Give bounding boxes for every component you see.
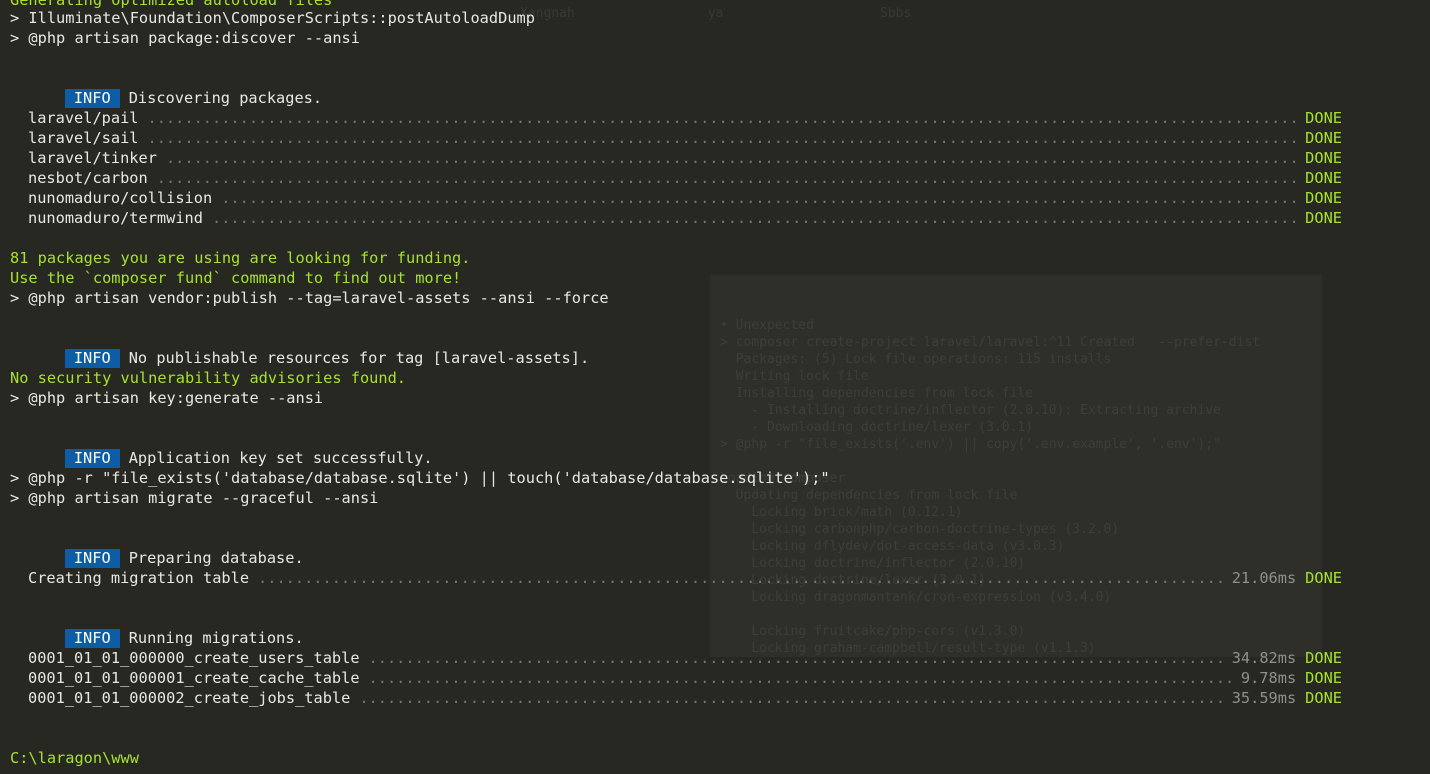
ghost-line: Packages: (5) Lock file operations: 115 … xyxy=(720,352,1112,367)
ghost-line: Locking carbonphp/carbon-doctrine-types … xyxy=(720,522,1120,537)
dot-leader: ........................................… xyxy=(211,209,1297,227)
package-name: laravel/pail xyxy=(28,109,139,127)
migration-time: 9.78ms xyxy=(1240,669,1297,687)
package-name: laravel/sail xyxy=(28,129,139,147)
package-status: DONE xyxy=(1305,169,1342,187)
dot-leader: ........................................… xyxy=(368,669,1232,687)
ghost-line xyxy=(720,606,1312,623)
ghost-line: Locking dflydev/dot-access-data (v3.0.3) xyxy=(720,539,1065,554)
ghost-line: • Unexpected xyxy=(720,318,814,333)
dot-leader: ........................................… xyxy=(368,649,1223,667)
ghost-line: Locking brick/math (0.12.1) xyxy=(720,505,963,520)
dot-leader: ........................................… xyxy=(147,129,1297,147)
migration-time: 35.59ms xyxy=(1231,689,1297,707)
migration-row: 0001_01_01_000002_create_jobs_table.....… xyxy=(28,688,1342,708)
dot-leader: ........................................… xyxy=(156,169,1297,187)
terminal-window[interactable]: Xangnah ya Sbbs • Unexpected > composer c… xyxy=(0,0,1430,774)
ghost-line: > composer create-project laravel/larave… xyxy=(720,335,1261,350)
package-row: nunomaduro/collision....................… xyxy=(28,188,1342,208)
shell-prompt[interactable]: C:\laragon\www xyxy=(10,748,139,768)
ghost-line: Writing lock file xyxy=(720,369,869,384)
info-badge: INFO xyxy=(64,549,120,568)
migration-name: 0001_01_01_000000_create_users_table xyxy=(28,649,360,667)
migration-row: 0001_01_01_000001_create_cache_table....… xyxy=(28,668,1342,688)
task-status: DONE xyxy=(1305,569,1342,587)
command-line: > @php artisan vendor:publish --tag=lara… xyxy=(10,289,609,307)
migration-status: DONE xyxy=(1305,649,1342,667)
info-text: No publishable resources for tag [larave… xyxy=(128,349,590,367)
dot-leader: ........................................… xyxy=(147,109,1297,127)
info-text: Running migrations. xyxy=(128,629,304,647)
package-row: laravel/sail............................… xyxy=(28,128,1342,148)
advisory-line: No security vulnerability advisories fou… xyxy=(10,369,407,387)
task-name: Creating migration table xyxy=(28,569,250,587)
info-badge: INFO xyxy=(64,449,120,468)
ghost-line: Locking fruitcake/php-cors (v1.3.0) xyxy=(720,624,1026,639)
package-status: DONE xyxy=(1305,109,1342,127)
package-row: nunomaduro/termwind.....................… xyxy=(28,208,1342,228)
info-badge: INFO xyxy=(64,349,120,368)
info-message: INFO Application key set successfully. xyxy=(28,428,433,468)
package-status: DONE xyxy=(1305,129,1342,147)
info-badge: INFO xyxy=(64,89,120,108)
command-line: > @php artisan package:discover --ansi xyxy=(10,29,360,47)
package-row: nesbot/carbon...........................… xyxy=(28,168,1342,188)
command-line: > @php -r "file_exists('database/databas… xyxy=(10,469,830,487)
funding-line: 81 packages you are using are looking fo… xyxy=(10,249,471,267)
dot-leader: ........................................… xyxy=(258,569,1223,587)
migration-name: 0001_01_01_000002_create_jobs_table xyxy=(28,689,351,707)
info-message: INFO Discovering packages. xyxy=(28,68,322,108)
ghost-line: Locking dragonmantank/cron-expression (v… xyxy=(720,590,1112,605)
ghost-overlay-panel: • Unexpected > composer create-project la… xyxy=(710,275,1322,657)
ghost-line: - Installing doctrine/inflector (2.0.10)… xyxy=(720,403,1221,418)
ghost-line: - Downloading doctrine/lexer (3.0.1) xyxy=(720,420,1034,435)
info-message: INFO No publishable resources for tag [la… xyxy=(28,328,589,368)
info-message: INFO Preparing database. xyxy=(28,528,304,568)
ghost-window-text: Xangnah ya Sbbs xyxy=(520,6,912,21)
dot-leader: ........................................… xyxy=(221,189,1296,207)
package-status: DONE xyxy=(1305,209,1342,227)
migration-status: DONE xyxy=(1305,689,1342,707)
ghost-line: Updating dependencies from lock file xyxy=(720,488,1018,503)
ghost-line: > @php -r "file_exists('.env') || copy('… xyxy=(720,437,1221,452)
package-row: laravel/tinker..........................… xyxy=(28,148,1342,168)
migration-status: DONE xyxy=(1305,669,1342,687)
info-text: Preparing database. xyxy=(128,549,304,567)
funding-line: Use the `composer fund` command to find … xyxy=(10,269,462,287)
dot-leader: ........................................… xyxy=(359,689,1223,707)
command-line: > @php artisan key:generate --ansi xyxy=(10,389,324,407)
task-time: 21.06ms xyxy=(1231,569,1297,587)
migration-time: 34.82ms xyxy=(1231,649,1297,667)
dot-leader: ........................................… xyxy=(165,149,1297,167)
package-status: DONE xyxy=(1305,149,1342,167)
ghost-line: Installing dependencies from lock file xyxy=(720,386,1034,401)
package-name: nesbot/carbon xyxy=(28,169,148,187)
migration-row: 0001_01_01_000000_create_users_table....… xyxy=(28,648,1342,668)
migration-table-row: Creating migration table ...............… xyxy=(28,568,1342,588)
command-line: > @php artisan migrate --graceful --ansi xyxy=(10,489,379,507)
package-status: DONE xyxy=(1305,189,1342,207)
migration-name: 0001_01_01_000001_create_cache_table xyxy=(28,669,360,687)
info-text: Application key set successfully. xyxy=(128,449,433,467)
info-message: INFO Running migrations. xyxy=(28,608,304,648)
info-badge: INFO xyxy=(64,629,120,648)
package-name: laravel/tinker xyxy=(28,149,157,167)
package-name: nunomaduro/termwind xyxy=(28,209,203,227)
info-text: Discovering packages. xyxy=(128,89,323,107)
package-name: nunomaduro/collision xyxy=(28,189,213,207)
package-row: laravel/pail............................… xyxy=(28,108,1342,128)
command-line: > Illuminate\Foundation\ComposerScripts:… xyxy=(10,9,535,27)
